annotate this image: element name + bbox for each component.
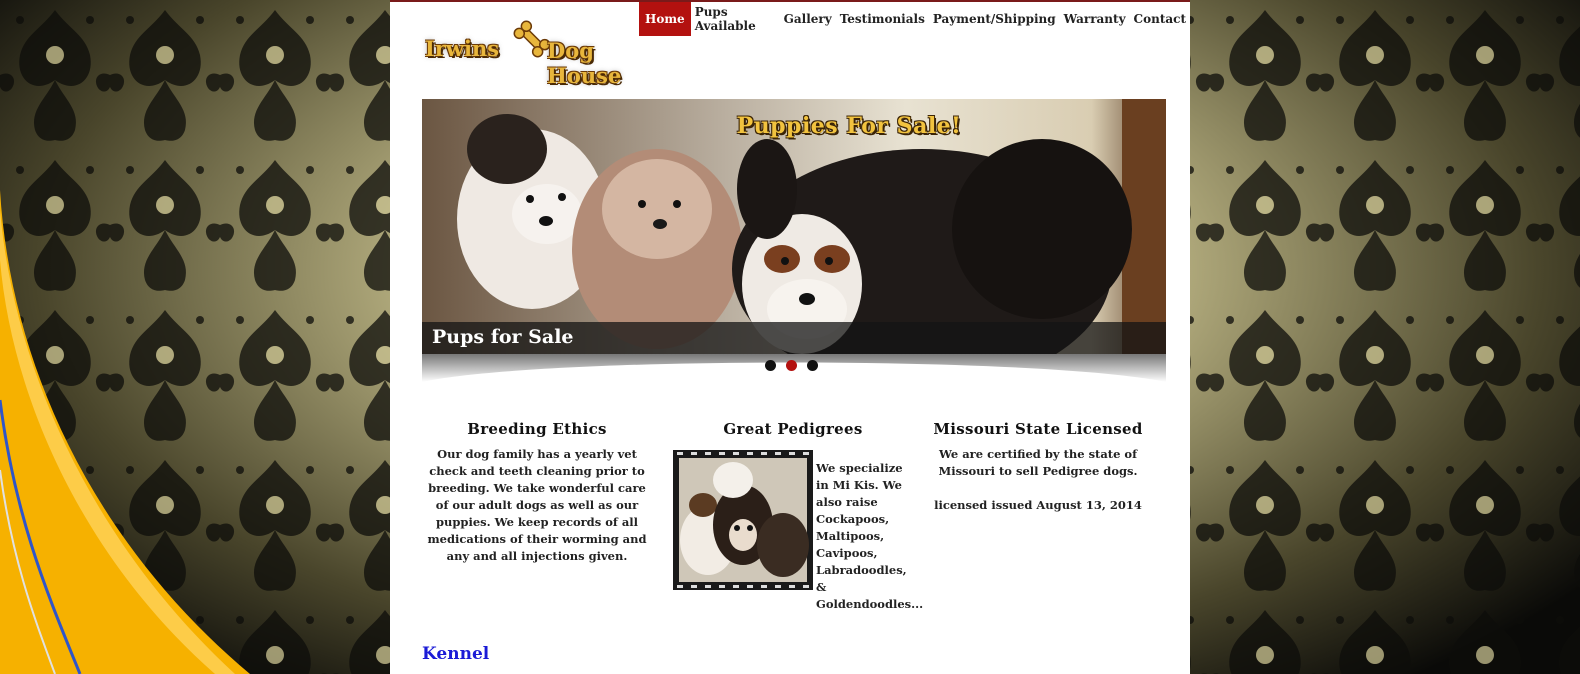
breeding-ethics-text: Our dog family has a yearly vet check an…: [427, 447, 647, 563]
content-page: Irwins Dog House Home Pups Available Gal…: [390, 0, 1190, 674]
missouri-licensed-title: Missouri State Licensed: [933, 420, 1143, 438]
great-pedigrees-section: Great Pedigrees We specialize in Mi Kis.…: [673, 420, 923, 611]
nav-gallery[interactable]: Gallery: [780, 2, 836, 36]
missouri-licensed-section: Missouri State Licensed We are certified…: [931, 420, 1145, 514]
slider-dot-2[interactable]: [786, 360, 797, 371]
gold-swoosh: [0, 190, 250, 674]
breeding-ethics-section: Breeding Ethics Our dog family has a yea…: [422, 420, 652, 565]
great-pedigrees-title: Great Pedigrees: [723, 420, 863, 438]
slider-caption: Pups for Sale: [432, 326, 574, 348]
breeding-ethics-title: Breeding Ethics: [467, 420, 607, 438]
slider-dot-1[interactable]: [765, 360, 776, 371]
nav-home[interactable]: Home: [639, 2, 691, 36]
slider-caption-bar: Pups for Sale: [422, 322, 1166, 355]
logo-word-right: Dog House: [547, 38, 622, 88]
nav-testimonials[interactable]: Testimonials: [836, 2, 929, 36]
hero-slider[interactable]: Puppies For Sale! Pups for Sale: [422, 99, 1166, 355]
missouri-licensed-text: We are certified by the state of Missour…: [938, 447, 1138, 478]
license-date-text: licensed issued August 13, 2014: [934, 498, 1142, 512]
kennel-link[interactable]: Kennel: [422, 644, 489, 664]
site-logo[interactable]: Irwins Dog House: [423, 16, 673, 88]
logo-word-left: Irwins: [425, 36, 500, 61]
slider-headline: Puppies For Sale!: [736, 113, 962, 139]
nav-pups-available[interactable]: Pups Available: [691, 2, 780, 36]
main-nav: Home Pups Available Gallery Testimonials…: [639, 2, 1190, 36]
pedigree-puppies-photo[interactable]: [673, 450, 813, 590]
nav-payment-shipping[interactable]: Payment/Shipping: [929, 2, 1060, 36]
great-pedigrees-text: We specialize in Mi Kis. We also raise C…: [816, 461, 924, 611]
nav-contact[interactable]: Contact: [1130, 2, 1190, 36]
nav-warranty[interactable]: Warranty: [1060, 2, 1130, 36]
slider-dots: [765, 360, 818, 371]
slider-dot-3[interactable]: [807, 360, 818, 371]
